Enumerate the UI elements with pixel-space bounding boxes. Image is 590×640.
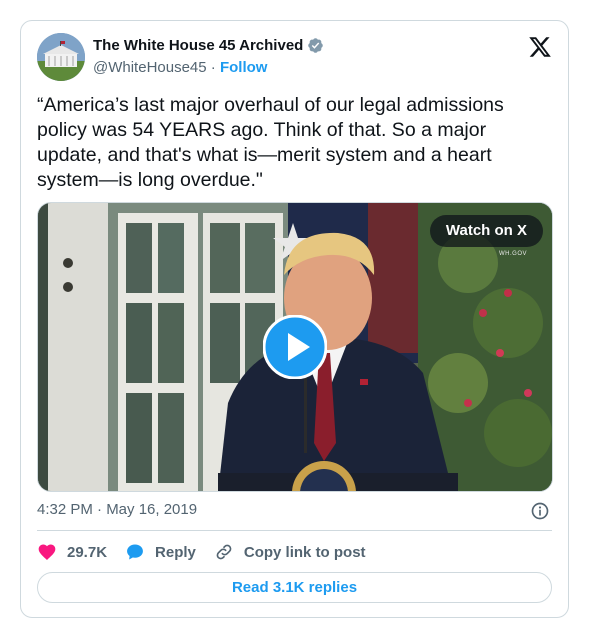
watch-on-x-button[interactable]: Watch on X bbox=[429, 215, 543, 247]
avatar[interactable] bbox=[37, 33, 85, 81]
handle-row: @WhiteHouse45 · Follow bbox=[93, 59, 267, 76]
video-watermark: WH.GOV bbox=[499, 251, 527, 257]
play-icon[interactable] bbox=[262, 314, 328, 380]
copy-link-button[interactable]: Copy link to post bbox=[214, 542, 366, 562]
tweet-timestamp[interactable]: 4:32 PM · May 16, 2019 bbox=[37, 501, 197, 518]
tweet-text: “America’s last major overhaul of our le… bbox=[37, 94, 504, 191]
reply-bubble-icon bbox=[127, 544, 143, 560]
copy-link-label: Copy link to post bbox=[243, 543, 366, 561]
link-icon bbox=[216, 544, 232, 560]
heart-icon bbox=[38, 544, 56, 561]
avatar-image bbox=[37, 33, 85, 81]
reply-button[interactable]: Reply bbox=[125, 542, 196, 562]
author-name[interactable]: The White House 45 Archived bbox=[93, 37, 303, 54]
action-bar: 29.7K Reply Copy link to post bbox=[37, 541, 384, 563]
reply-label: Reply bbox=[155, 543, 196, 561]
tweet-embed-card: The White House 45 Archived @WhiteHouse4… bbox=[20, 20, 569, 618]
author-name-row: The White House 45 Archived bbox=[93, 37, 324, 54]
follow-button[interactable]: Follow bbox=[220, 59, 268, 76]
video-player[interactable]: Watch on X WH.GOV bbox=[37, 202, 553, 492]
x-logo-icon[interactable] bbox=[528, 35, 552, 59]
like-button[interactable]: 29.7K bbox=[37, 542, 107, 562]
verified-badge-icon bbox=[307, 37, 324, 54]
separator-dot: · bbox=[210, 59, 216, 76]
author-handle[interactable]: @WhiteHouse45 bbox=[93, 59, 207, 76]
like-count: 29.7K bbox=[67, 543, 108, 561]
read-replies-button[interactable]: Read 3.1K replies bbox=[37, 572, 552, 603]
divider bbox=[37, 530, 552, 531]
info-icon[interactable] bbox=[530, 501, 550, 521]
